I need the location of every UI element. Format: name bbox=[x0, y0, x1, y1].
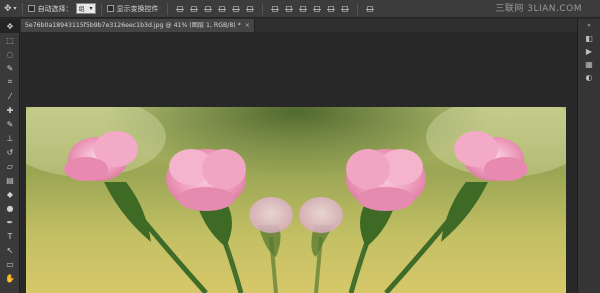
divider bbox=[166, 2, 168, 15]
actions-panel-icon[interactable]: ▶ bbox=[578, 45, 600, 58]
align-vcenter-icon[interactable] bbox=[189, 4, 199, 14]
show-transform-checkbox[interactable] bbox=[106, 5, 114, 12]
divider bbox=[356, 2, 358, 15]
healing-brush-tool-icon[interactable]: ✚ bbox=[0, 103, 20, 117]
distribute-vcenter-icon[interactable] bbox=[284, 4, 294, 14]
chevron-down-icon[interactable]: ▾ bbox=[14, 0, 17, 18]
document-tab[interactable]: 5e76b0a18943115f5b9b7e3126eec1b3d.jpg @ … bbox=[21, 19, 255, 32]
toolbox: ✥ ⬚ ◌ ✎ ⌗ ⁄ ✚ ✎ ⊥ ↺ ▱ ▤ ◆ ● ✒ T ↖ ▭ ✋ bbox=[0, 19, 20, 293]
document-tab-title: 5e76b0a18943115f5b9b7e3126eec1b3d.jpg @ … bbox=[25, 22, 241, 29]
align-top-icon[interactable] bbox=[175, 4, 185, 14]
lasso-tool-icon[interactable]: ◌ bbox=[0, 47, 20, 61]
distribute-left-icon[interactable] bbox=[312, 4, 322, 14]
crop-tool-icon[interactable]: ⌗ bbox=[0, 75, 20, 89]
blur-tool-icon[interactable]: ◆ bbox=[0, 187, 20, 201]
document-tab-bar: 5e76b0a18943115f5b9b7e3126eec1b3d.jpg @ … bbox=[21, 19, 600, 32]
history-brush-tool-icon[interactable]: ↺ bbox=[0, 145, 20, 159]
auto-align-icon[interactable] bbox=[365, 4, 375, 14]
chevron-down-icon: ▾ bbox=[89, 5, 93, 12]
auto-select-value: 组 bbox=[78, 6, 85, 13]
adjustments-panel-icon[interactable]: ◐ bbox=[578, 71, 600, 84]
divider bbox=[261, 2, 263, 15]
distribute-hcenter-icon[interactable] bbox=[326, 4, 336, 14]
quick-select-tool-icon[interactable]: ✎ bbox=[0, 61, 20, 75]
auto-select-checkbox[interactable] bbox=[27, 5, 35, 12]
auto-select-label: 自动选择： bbox=[37, 4, 73, 13]
history-panel-icon[interactable]: ◧ bbox=[578, 32, 600, 45]
brush-tool-icon[interactable]: ✎ bbox=[0, 117, 20, 131]
right-panel-dock: « ◧ ▶ ▦ ◐ bbox=[577, 19, 600, 293]
align-right-icon[interactable] bbox=[245, 4, 255, 14]
eyedropper-tool-icon[interactable]: ⁄ bbox=[0, 89, 20, 103]
auto-select-dropdown[interactable]: 组 ▾ bbox=[75, 3, 96, 14]
dock-collapse-icon[interactable]: « bbox=[578, 19, 600, 32]
move-tool-icon[interactable]: ✥ bbox=[0, 19, 20, 33]
distribute-right-icon[interactable] bbox=[340, 4, 350, 14]
move-tool-preset-icon[interactable]: ✥ bbox=[4, 0, 12, 18]
align-left-icon[interactable] bbox=[217, 4, 227, 14]
show-transform-label: 显示变换控件 bbox=[116, 4, 159, 13]
path-selection-tool-icon[interactable]: ↖ bbox=[0, 243, 20, 257]
distribute-bottom-icon[interactable] bbox=[298, 4, 308, 14]
align-hcenter-icon[interactable] bbox=[231, 4, 241, 14]
type-tool-icon[interactable]: T bbox=[0, 229, 20, 243]
document-image[interactable] bbox=[26, 107, 566, 293]
clone-stamp-tool-icon[interactable]: ⊥ bbox=[0, 131, 20, 145]
close-icon[interactable]: × bbox=[245, 22, 250, 29]
watermark: 三联网 3LIAN.COM bbox=[495, 4, 582, 14]
marquee-tool-icon[interactable]: ⬚ bbox=[0, 33, 20, 47]
pen-tool-icon[interactable]: ✒ bbox=[0, 215, 20, 229]
gradient-tool-icon[interactable]: ▤ bbox=[0, 173, 20, 187]
align-bottom-icon[interactable] bbox=[203, 4, 213, 14]
divider bbox=[21, 2, 23, 15]
distribute-top-icon[interactable] bbox=[270, 4, 280, 14]
shape-tool-icon[interactable]: ▭ bbox=[0, 257, 20, 271]
divider bbox=[100, 2, 102, 15]
dodge-tool-icon[interactable]: ● bbox=[0, 201, 20, 215]
hand-tool-icon[interactable]: ✋ bbox=[0, 271, 20, 285]
layers-panel-icon[interactable]: ▦ bbox=[578, 58, 600, 71]
eraser-tool-icon[interactable]: ▱ bbox=[0, 159, 20, 173]
